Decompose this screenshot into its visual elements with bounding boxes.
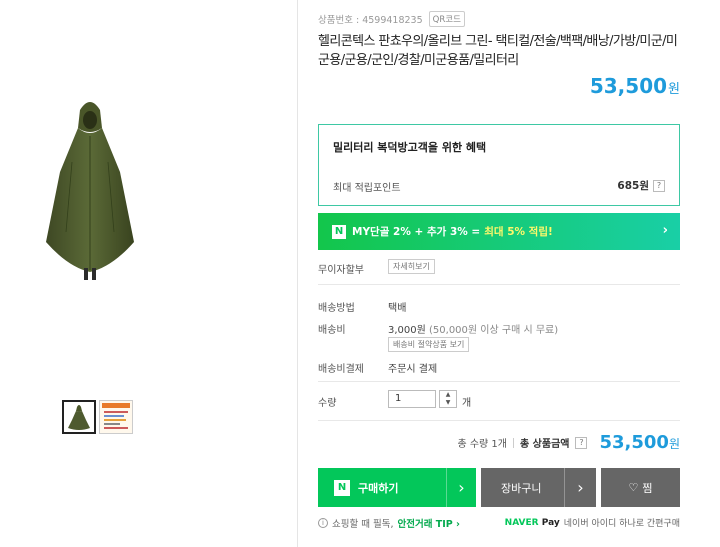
naver-pay-text: 네이버 아이디 하나로 간편구매 [563,519,680,529]
product-number-row: 상품번호 : 4599418235 QR코드 [318,11,465,27]
notice-text: 쇼핑할 때 필독, [332,519,394,530]
add-to-cart-button[interactable]: 장바구니 › [481,468,596,507]
total-quantity: 총 수량 1개 [457,439,507,450]
buy-now-button[interactable]: N 구매하기 › [318,468,476,507]
thumbnail-item[interactable] [99,400,133,434]
total-price-label: 총 상품금액 [520,439,570,450]
total-summary: 총 수량 1개 총 상품금액 ? 53,500원 [457,432,680,453]
total-price: 53,500원 [599,432,680,453]
points-value: 685원 [617,180,649,192]
buy-label: 구매하기 [358,481,399,495]
chevron-right-icon: › [564,468,596,507]
help-icon[interactable]: ? [653,179,665,192]
banner-text: MY단골 2% + 추가 3% = [352,226,481,238]
naver-pay-logo: NAVER Pay [505,518,560,528]
thumbnail-strip [62,400,133,434]
benefit-title: 밀리터리 복덕방고객을 위한 혜택 [333,141,487,154]
decrease-icon[interactable]: ▼ [440,399,456,407]
shipping-fee-group: 3,000원 (50,000원 이상 구매 시 무료) [388,321,558,336]
divider [318,284,680,285]
points-label: 최대 적립포인트 [333,183,401,194]
price-amount: 53,500 [589,74,668,98]
quantity-unit: 개 [462,398,472,409]
total-price-unit: 원 [668,437,680,451]
separator [513,437,514,448]
installment-label: 무이자할부 [318,265,364,276]
product-price: 53,500원 [590,74,680,98]
installment-detail-button[interactable]: 자세히보기 [388,259,435,274]
chevron-right-icon: › [662,223,668,238]
detail-thumbnail-image [100,401,132,433]
product-number: 상품번호 : 4599418235 [318,15,423,26]
shipping-payment-value: 주문시 결제 [388,364,438,375]
pay-brand: Pay [541,517,560,528]
chevron-right-icon: › [446,468,476,507]
shipping-method-label: 배송방법 [318,303,355,314]
divider [318,381,680,382]
info-icon: i [318,518,328,528]
quantity-input[interactable]: 1 [388,390,436,408]
naver-brand: NAVER [504,517,539,528]
safe-trade-notice: i 쇼핑할 때 필독, 안전거래 TIP › [318,516,460,530]
product-main-image[interactable] [42,92,138,282]
naver-n-icon: N [334,479,350,496]
banner-highlight: 최대 5% 적립! [484,226,553,238]
naver-benefit-banner[interactable]: N MY단골 2% + 추가 3% = 최대 5% 적립! › [318,213,680,250]
product-image-pane [0,0,298,547]
quantity-stepper[interactable]: ▲ ▼ [439,390,457,408]
price-unit: 원 [668,82,680,97]
shipping-fee-label: 배송비 [318,325,346,336]
divider [318,420,680,421]
help-icon[interactable]: ? [575,436,588,449]
safe-trade-tip-link[interactable]: 안전거래 TIP › [398,516,460,530]
wishlist-label: 찜 [642,481,653,495]
cart-label: 장바구니 [501,481,542,495]
thumbnail-item[interactable] [62,400,96,434]
shipping-payment-label: 배송비결제 [318,364,364,375]
shipping-method-value: 택배 [388,303,407,314]
shipping-fee-note: (50,000원 이상 구매 시 무료) [429,325,559,336]
poncho-thumbnail-image [64,402,94,432]
naver-pay-notice: NAVER Pay 네이버 아이디 하나로 간편구매 [505,516,680,530]
shipping-fee-value: 3,000원 [388,325,426,336]
quantity-label: 수량 [318,398,337,409]
shipping-saving-products-button[interactable]: 배송비 절약상품 보기 [388,337,470,352]
benefit-box: 밀리터리 복덕방고객을 위한 혜택 최대 적립포인트 685원 ? [318,124,680,206]
naver-n-icon: N [332,224,346,239]
points-value-group: 685원 ? [617,178,665,193]
increase-icon[interactable]: ▲ [440,391,456,399]
product-title: 헬리콘텍스 판쵸우의/올리브 그린- 택티컬/전술/백팩/배낭/가방/미군/미군… [318,34,678,68]
wishlist-button[interactable]: ♡ 찜 [601,468,680,507]
total-price-amount: 53,500 [599,432,669,453]
qr-code-button[interactable]: QR코드 [428,11,465,27]
heart-icon: ♡ [628,481,639,494]
